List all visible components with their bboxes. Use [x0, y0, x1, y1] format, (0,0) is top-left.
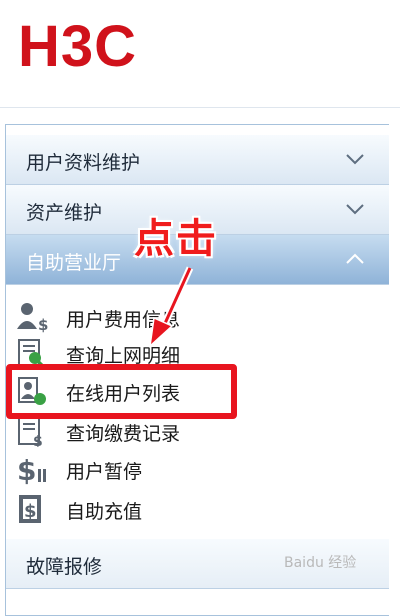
- highlight-box: [6, 364, 237, 419]
- submenu-item-label: 用户暂停: [66, 461, 143, 483]
- chevron-down-icon: [346, 154, 364, 165]
- menu-section-label: 资产维护: [26, 202, 103, 224]
- users-money-icon: $: [17, 303, 48, 333]
- h3c-logo: H3C: [18, 14, 138, 79]
- submenu-item-fee-info[interactable]: $ 用户费用信息: [16, 301, 256, 333]
- svg-text:$: $: [38, 316, 48, 333]
- svg-text:$: $: [17, 454, 36, 485]
- svg-text:$: $: [24, 501, 37, 522]
- submenu-item-pause-user[interactable]: $ 用户暂停: [16, 453, 256, 485]
- submenu-item-payment-records[interactable]: $ 查询缴费记录: [16, 415, 256, 447]
- submenu-item-recharge[interactable]: $ 自助充值: [16, 493, 256, 525]
- chevron-down-icon: [346, 204, 364, 215]
- chevron-up-icon: [346, 253, 364, 264]
- menu-section-label: 故障报修: [26, 556, 103, 578]
- submenu-item-label: 查询缴费记录: [66, 423, 181, 445]
- submenu-item-label: 用户费用信息: [66, 309, 181, 331]
- header-divider: [0, 107, 400, 108]
- menu-section-user-profile[interactable]: 用户资料维护: [6, 135, 389, 185]
- dollar-pause-icon: $: [17, 454, 46, 485]
- recharge-icon: $: [19, 495, 41, 523]
- menu-section-label: 用户资料维护: [26, 152, 141, 174]
- watermark: Baidu 经验: [284, 555, 357, 571]
- click-annotation: 点击: [134, 216, 218, 262]
- payment-record-icon: $: [18, 417, 43, 447]
- menu-section-label: 自助营业厅: [26, 252, 122, 274]
- svg-text:$: $: [33, 434, 43, 447]
- submenu-item-label: 自助充值: [66, 501, 143, 523]
